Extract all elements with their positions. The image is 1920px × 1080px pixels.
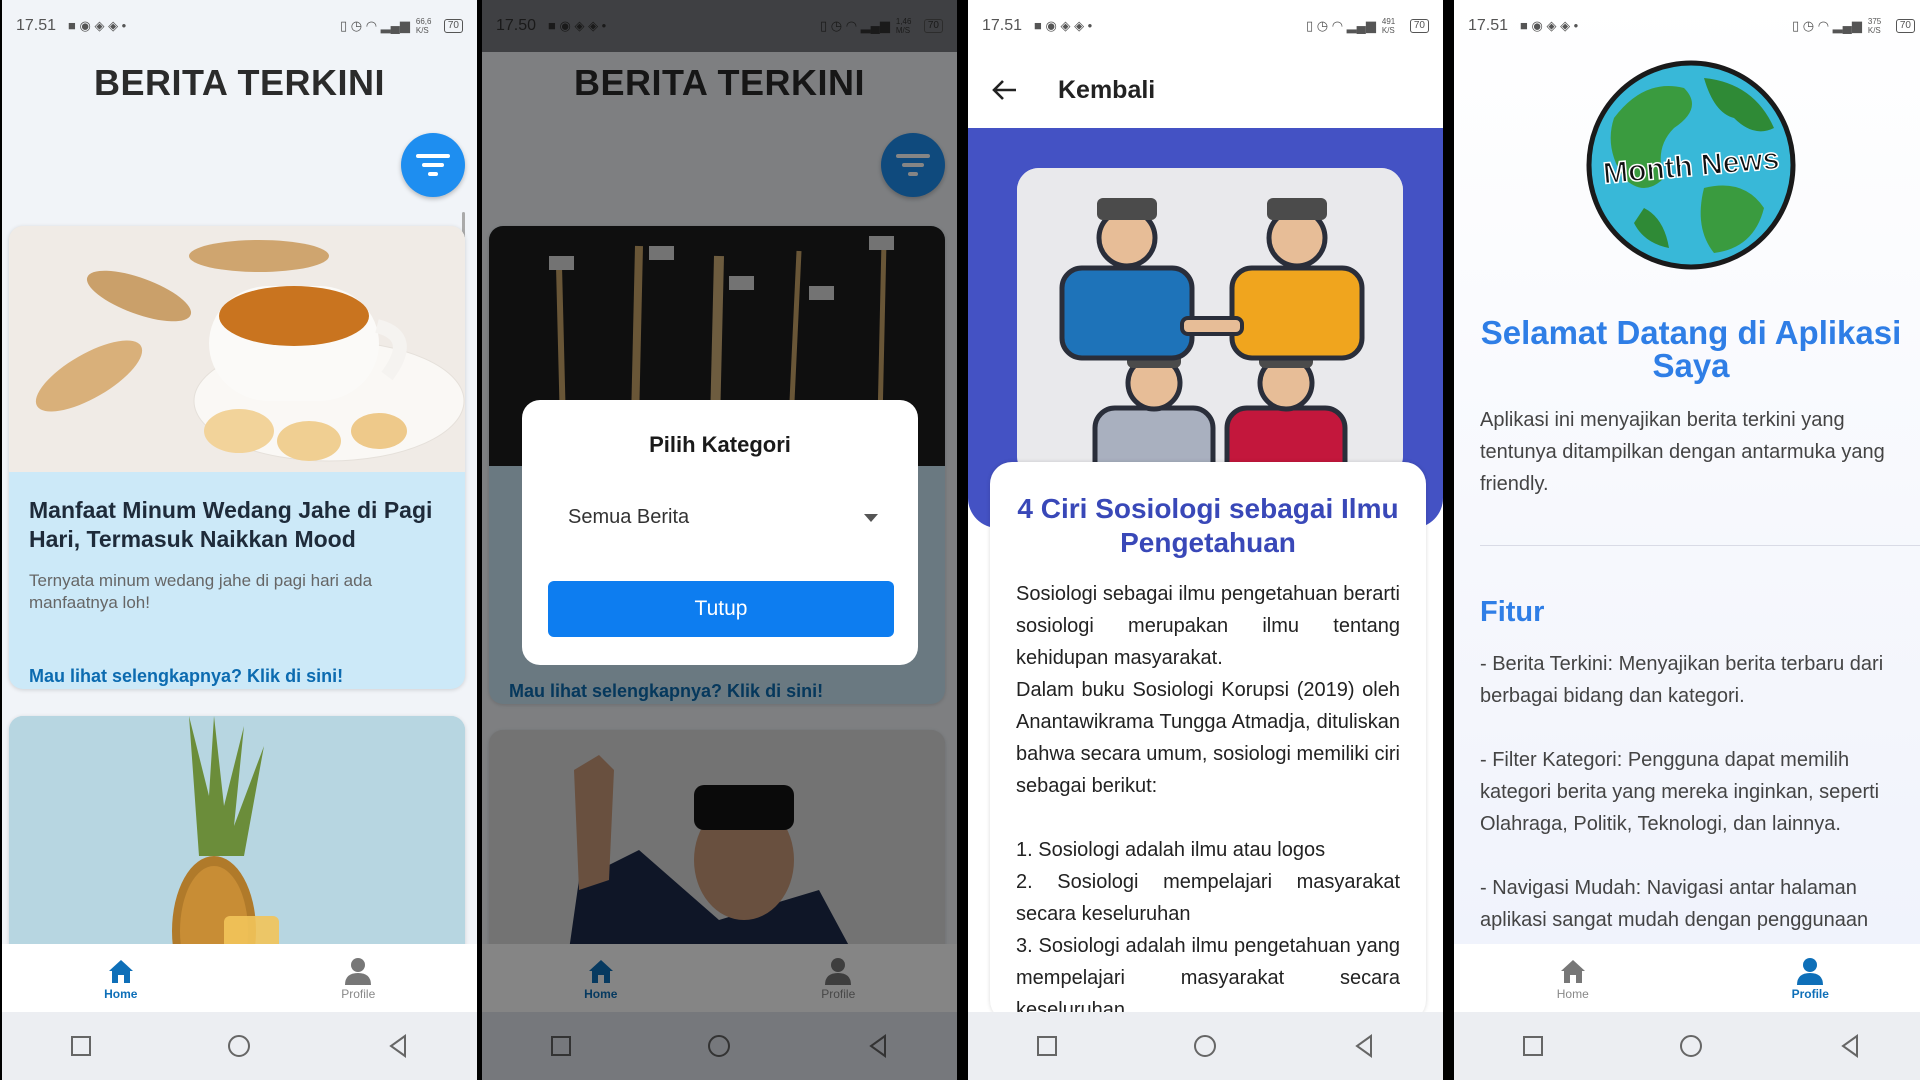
category-selected-value: Semua Berita xyxy=(568,506,690,528)
system-nav xyxy=(482,1012,957,1080)
article-body: Sosiologi sebagai ilmu pengetahuan berar… xyxy=(1016,583,1400,1021)
nav-profile[interactable]: Profile xyxy=(1692,944,1920,1012)
system-nav xyxy=(968,1012,1443,1080)
dialog-title: Pilih Kategori xyxy=(649,432,791,457)
system-icons: ▯ ◷ ◠ ▂▄▆ 375 K/S 70 xyxy=(1792,17,1915,35)
battery-icon: 70 xyxy=(1409,19,1429,33)
article-title: 4 Ciri Sosiologi sebagai Ilmu Pengetahua… xyxy=(1017,493,1399,558)
page-title: BERITA TERKINI xyxy=(94,62,385,103)
close-dialog-button[interactable]: Tutup xyxy=(548,581,894,637)
status-bar: 17.51 ■ ◉ ◈ ◈ • ▯ ◷ ◠ ▂▄▆ 491 K/S 70 xyxy=(968,0,1443,52)
features-heading: Fitur xyxy=(1480,596,1545,628)
news-title: Manfaat Minum Wedang Jahe di Pagi Hari, … xyxy=(29,497,433,552)
intro-text: Aplikasi ini menyajikan berita terkini y… xyxy=(1480,409,1885,495)
system-icons: ▯ ◷ ◠ ▂▄▆ 66,6 K/S 70 xyxy=(340,17,463,35)
recents-button[interactable] xyxy=(547,1032,575,1060)
home-icon xyxy=(1560,960,1585,983)
back-system-button[interactable] xyxy=(384,1032,412,1060)
nav-home-label: Home xyxy=(1556,987,1589,1001)
category-select[interactable]: Semua Berita xyxy=(568,506,878,529)
notification-icons: ■ ◉ ◈ ◈ • xyxy=(1520,18,1579,33)
feature-item: - Navigasi Mudah: Navigasi antar halaman… xyxy=(1480,877,1869,931)
nav-profile-label: Profile xyxy=(1791,987,1829,1001)
home-screen: 17.51 ■ ◉ ◈ ◈ • ▯ ◷ ◠ ▂▄▆ 66,6 K/S 70 BER… xyxy=(2,0,477,1080)
bottom-nav: Home Profile xyxy=(1454,944,1920,1012)
home-screen-filter-dialog: 17.50 ■ ◉ ◈ ◈ • ▯ ◷ ◠ ▂▄▆ 1,46 M/S 70 BER… xyxy=(482,0,957,1080)
recents-button[interactable] xyxy=(1033,1032,1061,1060)
back-label[interactable]: Kembali xyxy=(1058,76,1155,105)
article-detail-screen: 17.51 ■ ◉ ◈ ◈ • ▯ ◷ ◠ ▂▄▆ 491 K/S 70 Kemb… xyxy=(968,0,1443,1080)
nav-home-label: Home xyxy=(104,987,138,1001)
home-system-button[interactable] xyxy=(1677,1032,1705,1060)
notification-icons: ■ ◉ ◈ ◈ • xyxy=(1034,18,1093,33)
news-image-ginger-tea xyxy=(9,226,465,472)
back-system-button[interactable] xyxy=(1350,1032,1378,1060)
article-illustration xyxy=(1017,168,1403,478)
news-card[interactable]: Manfaat Minum Wedang Jahe di Pagi Hari, … xyxy=(9,226,465,689)
nav-profile[interactable]: Profile xyxy=(240,944,478,1012)
nav-home[interactable]: Home xyxy=(1454,944,1692,1012)
network-speed: 491 K/S xyxy=(1381,17,1396,35)
profile-screen: 17.51 ■ ◉ ◈ ◈ • ▯ ◷ ◠ ▂▄▆ 375 K/S 70 Mont… xyxy=(1454,0,1920,1080)
divider xyxy=(1480,545,1920,546)
article-card: 4 Ciri Sosiologi sebagai Ilmu Pengetahua… xyxy=(990,462,1426,1022)
filter-icon xyxy=(416,154,450,176)
home-system-button[interactable] xyxy=(705,1032,733,1060)
bottom-nav: Home Profile xyxy=(2,944,477,1012)
feature-item: - Berita Terkini: Menyajikan berita terb… xyxy=(1480,653,1884,707)
back-system-button[interactable] xyxy=(864,1032,892,1060)
nav-profile-label: Profile xyxy=(341,987,376,1001)
filter-button[interactable] xyxy=(401,133,465,197)
nav-home[interactable]: Home xyxy=(2,944,240,1012)
status-time: 17.51 xyxy=(16,17,57,34)
status-time: 17.51 xyxy=(1468,17,1509,34)
system-nav xyxy=(2,1012,477,1080)
status-bar: 17.51 ■ ◉ ◈ ◈ • ▯ ◷ ◠ ▂▄▆ 66,6 K/S 70 xyxy=(2,0,477,52)
status-time: 17.51 xyxy=(982,17,1023,34)
read-more-link[interactable]: Mau lihat selengkapnya? Klik di sini! xyxy=(29,666,343,687)
app-logo: Month News xyxy=(1584,58,1798,272)
back-arrow-icon[interactable] xyxy=(992,79,1018,101)
welcome-heading: Selamat Datang di Aplikasi Saya xyxy=(1480,314,1902,384)
network-speed: 375 K/S xyxy=(1867,17,1882,35)
back-system-button[interactable] xyxy=(1836,1032,1864,1060)
feature-item: - Filter Kategori: Pengguna dapat memili… xyxy=(1480,749,1880,835)
dropdown-caret-icon xyxy=(864,513,878,522)
recents-button[interactable] xyxy=(67,1032,95,1060)
category-dialog: Pilih Kategori Semua Berita Tutup xyxy=(522,400,918,665)
news-description: Ternyata minum wedang jahe di pagi hari … xyxy=(29,571,373,612)
notification-icons: ■ ◉ ◈ ◈ • xyxy=(68,18,127,33)
battery-icon: 70 xyxy=(443,19,463,33)
app-bar: Kembali xyxy=(968,52,1443,128)
status-bar: 17.51 ■ ◉ ◈ ◈ • ▯ ◷ ◠ ▂▄▆ 375 K/S 70 xyxy=(1454,0,1920,52)
battery-icon: 70 xyxy=(1895,19,1915,33)
profile-icon xyxy=(345,958,372,985)
system-icons: ▯ ◷ ◠ ▂▄▆ 491 K/S 70 xyxy=(1306,17,1429,35)
network-speed: 66,6 K/S xyxy=(415,17,432,35)
home-system-button[interactable] xyxy=(225,1032,253,1060)
system-nav xyxy=(1454,1012,1920,1080)
home-system-button[interactable] xyxy=(1191,1032,1219,1060)
home-icon xyxy=(108,960,133,983)
recents-button[interactable] xyxy=(1519,1032,1547,1060)
profile-icon xyxy=(1797,958,1824,985)
